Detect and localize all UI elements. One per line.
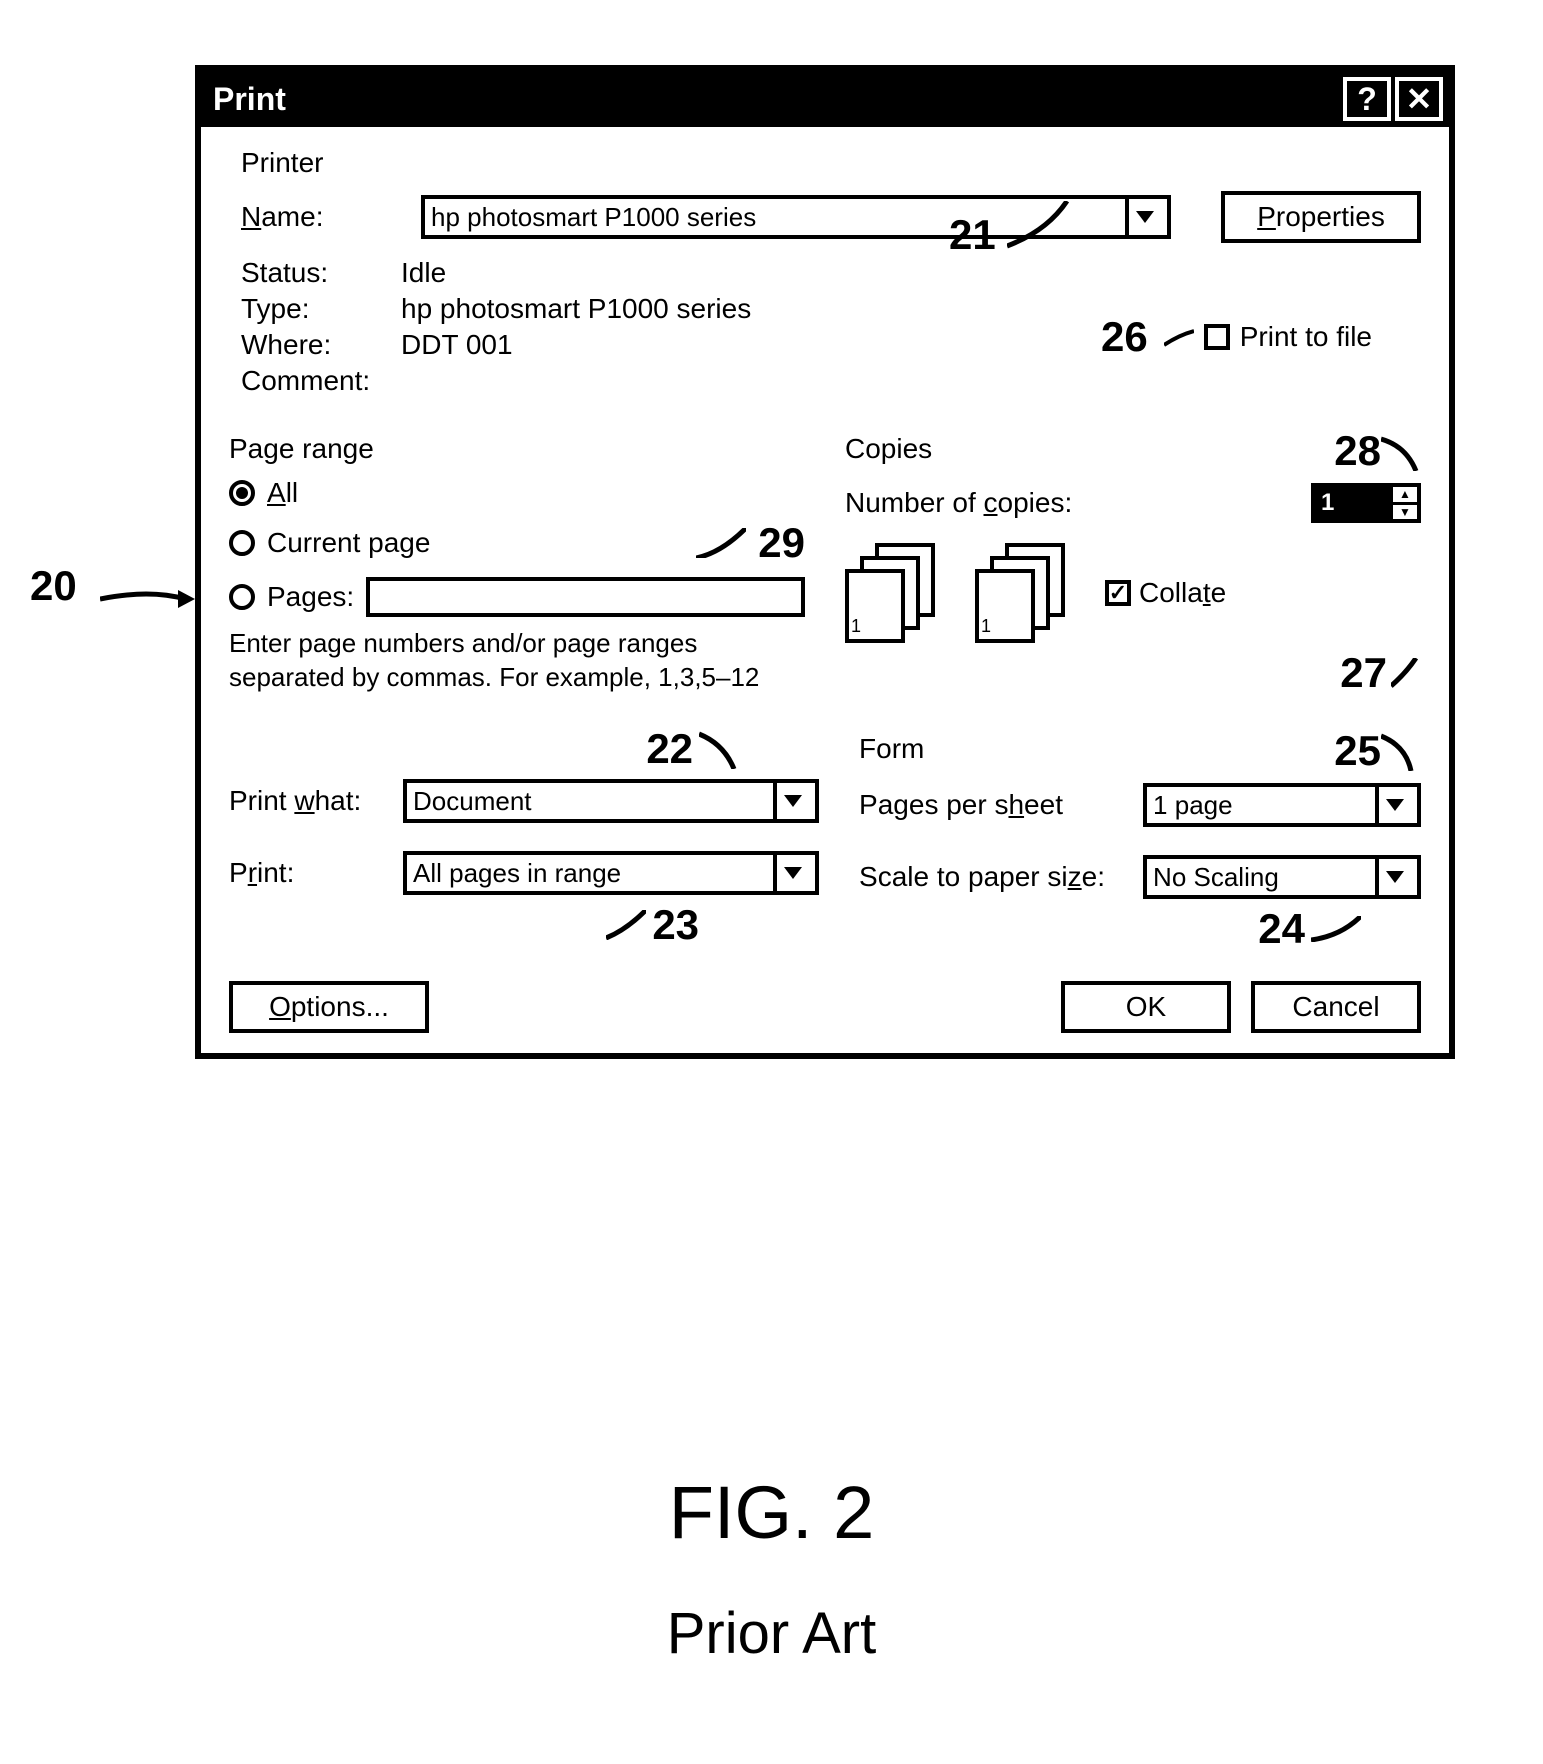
type-label: Type:	[241, 293, 401, 325]
radio-icon	[229, 584, 255, 610]
status-label: Status:	[241, 257, 401, 289]
chevron-down-icon	[773, 783, 809, 819]
annotation-28: 28	[1334, 427, 1381, 475]
where-value: DDT 001	[401, 329, 513, 361]
chevron-down-icon	[1375, 859, 1411, 895]
collate-label: Collate	[1139, 577, 1226, 609]
printer-section-label: Printer	[241, 147, 1421, 179]
copies-label: Number of copies:	[845, 487, 1295, 519]
radio-icon	[229, 530, 255, 556]
help-button[interactable]: ?	[1343, 77, 1391, 121]
pps-value: 1 page	[1153, 790, 1375, 821]
annotation-20: 20	[30, 562, 77, 610]
printwhat-value: Document	[413, 786, 773, 817]
annotation-23: 23	[652, 901, 699, 949]
print-label: Print:	[229, 857, 389, 889]
radio-icon	[229, 480, 255, 506]
collate-illustration: 3 2 1	[845, 543, 935, 643]
close-button[interactable]: ✕	[1395, 77, 1443, 121]
annotation-25: 25	[1334, 727, 1381, 775]
print-dialog: Print ? ✕ Printer Name: hp photosmart P1…	[195, 65, 1455, 1059]
comment-label: Comment:	[241, 365, 401, 397]
annotation-26: 26	[1101, 313, 1148, 361]
print-dropdown[interactable]: All pages in range	[403, 851, 819, 895]
pps-dropdown[interactable]: 1 page	[1143, 783, 1421, 827]
leader-23	[606, 910, 646, 940]
leader-24	[1311, 916, 1361, 942]
chevron-down-icon	[1375, 787, 1411, 823]
options-button[interactable]: Options...	[229, 981, 429, 1033]
titlebar: Print ? ✕	[201, 71, 1449, 127]
copies-value: 1	[1315, 487, 1389, 519]
radio-pages[interactable]: Pages:	[229, 577, 805, 617]
print-value: All pages in range	[413, 858, 773, 889]
print-to-file-checkbox[interactable]	[1204, 324, 1230, 350]
copies-section-label: Copies	[845, 433, 1334, 465]
pps-label: Pages per sheet	[859, 789, 1129, 821]
printwhat-label: Print what:	[229, 785, 389, 817]
annotation-22: 22	[646, 725, 693, 773]
printwhat-dropdown[interactable]: Document	[403, 779, 819, 823]
leader-27	[1391, 658, 1421, 688]
form-section-label: Form	[859, 733, 1334, 765]
scale-value: No Scaling	[1153, 862, 1375, 893]
dialog-title: Print	[207, 81, 1343, 118]
type-value: hp photosmart P1000 series	[401, 293, 751, 325]
pages-help: Enter page numbers and/or page ranges se…	[229, 627, 805, 695]
status-value: Idle	[401, 257, 446, 289]
pages-input[interactable]	[366, 577, 805, 617]
leader-28	[1381, 431, 1421, 471]
leader-21	[1007, 201, 1077, 251]
spinner-up-icon[interactable]: ▲	[1393, 487, 1417, 505]
where-label: Where:	[241, 329, 401, 361]
leader-26	[1164, 327, 1194, 347]
properties-button[interactable]: Properties	[1221, 191, 1421, 243]
figure-title: FIG. 2	[0, 1470, 1543, 1555]
annotation-27: 27	[1340, 649, 1387, 697]
cancel-button[interactable]: Cancel	[1251, 981, 1421, 1033]
radio-current[interactable]: Current page 29	[229, 519, 805, 567]
chevron-down-icon	[1125, 199, 1161, 235]
copies-spinner[interactable]: 1 ▲ ▼	[1311, 483, 1421, 523]
leader-arrow-20	[100, 584, 195, 614]
annotation-21: 21	[949, 211, 996, 259]
spinner-down-icon[interactable]: ▼	[1393, 505, 1417, 520]
collate-illustration: 3 2 1	[975, 543, 1065, 643]
scale-label: Scale to paper size:	[859, 861, 1129, 893]
leader-29	[696, 528, 746, 558]
leader-22	[699, 729, 739, 769]
leader-25	[1381, 731, 1421, 771]
figure-subtitle: Prior Art	[0, 1600, 1543, 1667]
chevron-down-icon	[773, 855, 809, 891]
collate-checkbox[interactable]	[1105, 580, 1131, 606]
pagerange-section-label: Page range	[229, 433, 805, 465]
ok-button[interactable]: OK	[1061, 981, 1231, 1033]
scale-dropdown[interactable]: No Scaling	[1143, 855, 1421, 899]
radio-all[interactable]: All	[229, 477, 805, 509]
name-label: Name:	[241, 201, 401, 233]
annotation-29: 29	[758, 519, 805, 567]
question-icon: ?	[1357, 81, 1377, 118]
close-icon: ✕	[1406, 80, 1433, 118]
print-to-file-label: Print to file	[1240, 321, 1372, 353]
annotation-24: 24	[1258, 905, 1305, 953]
